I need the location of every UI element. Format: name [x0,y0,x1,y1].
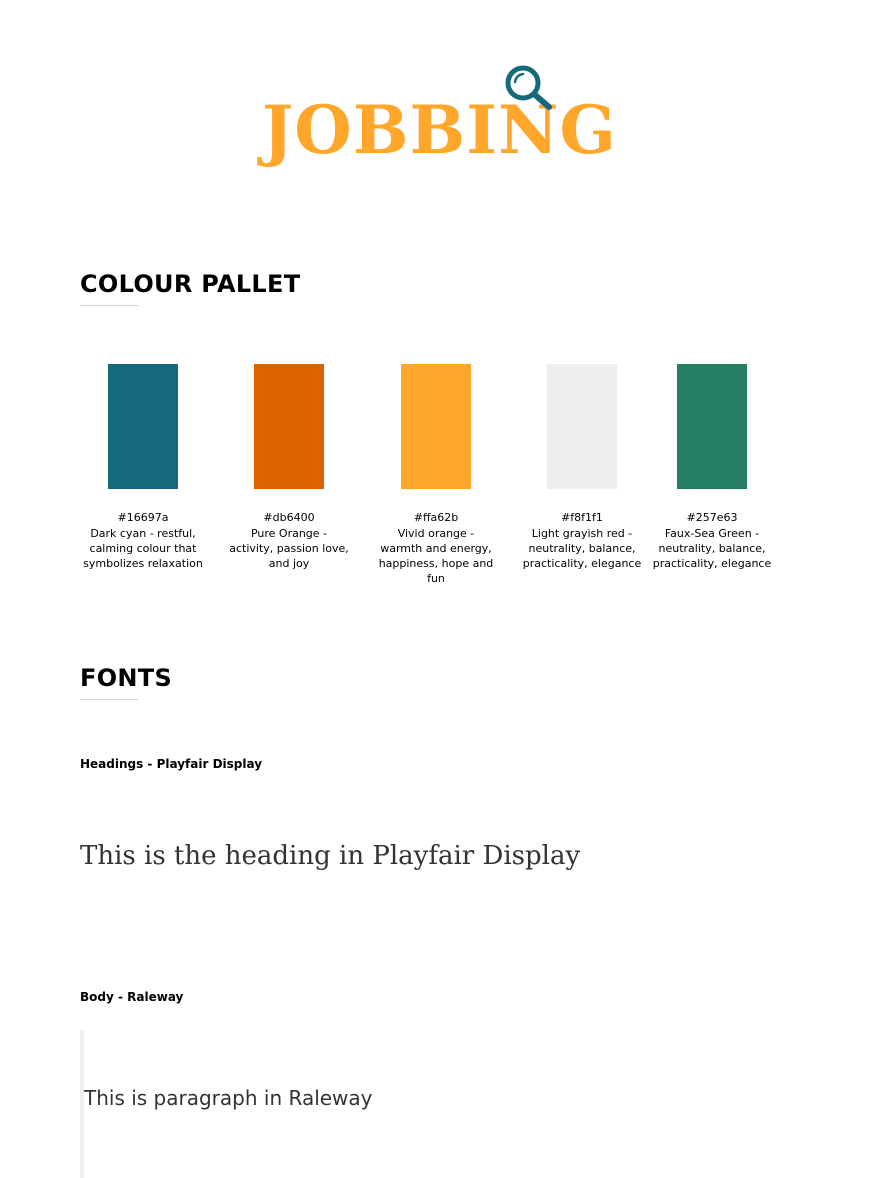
swatch-hex-code: #f8f1f1 [561,511,603,524]
colour-swatch: #257e63 Faux-Sea Green - neutrality, bal… [642,364,782,571]
magnifying-glass-icon [505,65,552,110]
swatch-description: Light grayish red - neutrality, balance,… [522,527,642,570]
fonts-underline [80,699,138,700]
logo-text: JOBBING [262,91,617,169]
swatch-hex-code: #16697a [117,511,169,524]
swatch-color-box [401,364,471,489]
swatch-color-box [108,364,178,489]
swatch-description: Faux-Sea Green - neutrality, balance, pr… [652,527,772,570]
body-font-label: Body - Raleway [80,990,184,1004]
swatch-hex-code: #257e63 [686,511,738,524]
swatch-description: Pure Orange - activity, passion love, an… [229,527,349,570]
paragraph-sample-block: This is paragraph in Raleway [80,1030,784,1178]
swatch-hex-code: #ffa62b [413,511,459,524]
colour-pallet-underline [80,305,138,306]
colour-swatch: #16697a Dark cyan - restful, calming col… [73,364,213,571]
colour-swatch: #f8f1f1 Light grayish red - neutrality, … [512,364,652,571]
heading-font-sample: This is the heading in Playfair Display [80,841,581,871]
jobbing-logo: JOBBING [258,60,616,180]
swatch-color-box [254,364,324,489]
headings-font-label: Headings - Playfair Display [80,757,263,771]
swatch-description: Dark cyan - restful, calming colour that… [83,527,203,570]
swatch-color-box [547,364,617,489]
swatch-color-box [677,364,747,489]
swatch-hex-code: #db6400 [263,511,315,524]
colour-swatch: #db6400 Pure Orange - activity, passion … [219,364,359,571]
swatch-description: Vivid orange - warmth and energy, happin… [378,527,494,585]
colour-pallet-heading: COLOUR PALLET [80,270,301,298]
paragraph-font-sample: This is paragraph in Raleway [84,1086,373,1110]
magnifier-glint [513,72,525,84]
colour-swatch: #ffa62b Vivid orange - warmth and energy… [366,364,506,586]
magnifier-handle [531,91,552,110]
fonts-heading: FONTS [80,664,173,692]
